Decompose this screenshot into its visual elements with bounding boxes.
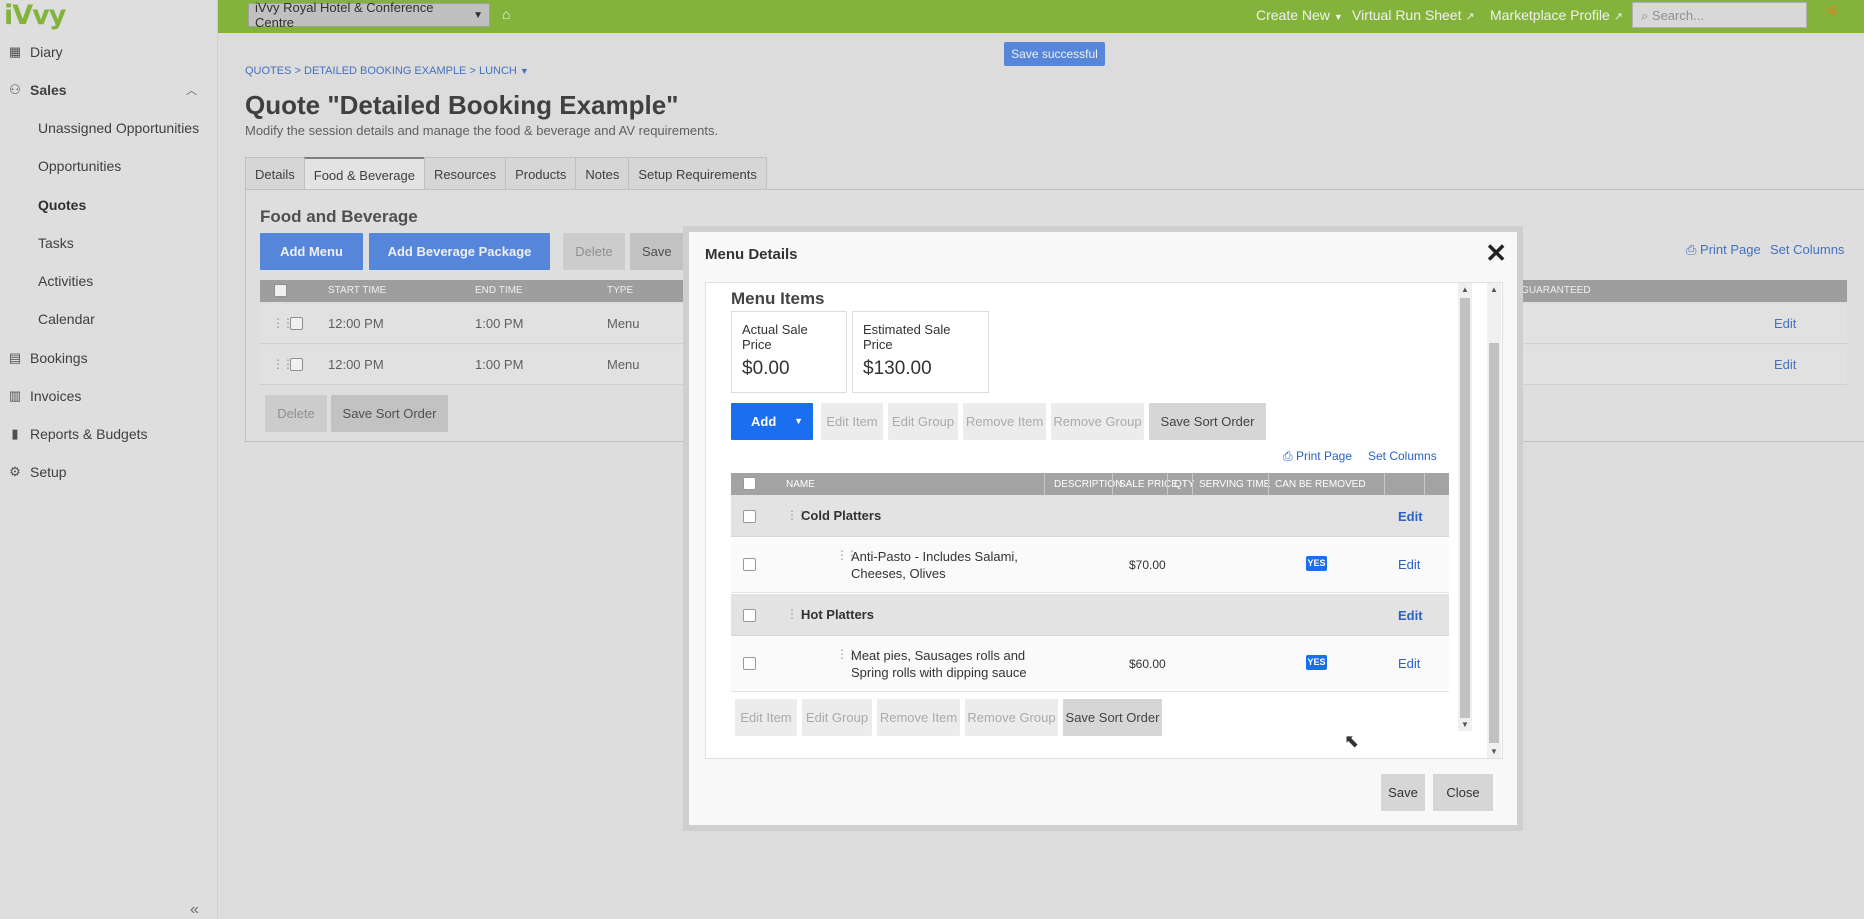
item-checkbox[interactable] (743, 657, 756, 670)
inner-scrollbar[interactable]: ▲ ▼ (1458, 283, 1472, 731)
group-name: Hot Platters (801, 607, 874, 622)
item-name: Anti-Pasto - Includes Salami, Cheeses, O… (851, 549, 1018, 581)
edit-item-button[interactable]: Edit Item (821, 403, 883, 440)
item-row: ⋮⋮ Meat pies, Sausages rolls and Spring … (731, 637, 1449, 692)
mouse-cursor-icon: ⬉ (1344, 731, 1360, 751)
col-serving-time[interactable]: SERVING TIME (1199, 479, 1270, 490)
outer-scrollbar[interactable]: ▲ ▼ (1487, 283, 1501, 758)
group-edit-link[interactable]: Edit (1398, 509, 1423, 524)
estimated-sale-price-card: Estimated Sale Price $130.00 (852, 311, 989, 393)
printer-icon: ⎙ (1283, 449, 1293, 463)
edit-group-button[interactable]: Edit Group (888, 403, 958, 440)
col-can-be-removed[interactable]: CAN BE REMOVED (1275, 479, 1366, 490)
close-button[interactable]: Close (1433, 774, 1493, 811)
estimated-sale-price-value: $130.00 (863, 358, 932, 379)
actual-sale-price-card: Actual Sale Price $0.00 (731, 311, 847, 393)
group-row: ⋮⋮ Hot Platters Edit (731, 594, 1449, 636)
group-checkbox[interactable] (743, 609, 756, 622)
item-sale-price: $70.00 (1129, 558, 1166, 572)
actual-sale-price-value: $0.00 (742, 358, 790, 379)
close-icon[interactable]: ✕ (1485, 238, 1507, 269)
print-page-link[interactable]: ⎙ Print Page (1283, 449, 1352, 464)
add-label: Add (751, 414, 777, 429)
item-edit-link[interactable]: Edit (1398, 557, 1420, 572)
menu-details-modal: Menu Details ✕ Menu Items Actual Sale Pr… (683, 226, 1523, 831)
select-all-checkbox[interactable] (743, 477, 756, 490)
col-name[interactable]: NAME (786, 479, 815, 490)
estimated-sale-price-label: Estimated Sale Price (863, 322, 951, 352)
scroll-up-icon[interactable]: ▲ (1490, 285, 1498, 294)
can-be-removed-badge: YES (1306, 556, 1327, 571)
scroll-down-icon[interactable]: ▼ (1490, 747, 1498, 756)
group-row: ⋮⋮ Cold Platters Edit (731, 495, 1449, 537)
remove-item-button[interactable]: Remove Item (963, 403, 1046, 440)
save-sort-order-button-bottom[interactable]: Save Sort Order (1063, 699, 1162, 736)
remove-group-button[interactable]: Remove Group (1051, 403, 1144, 440)
group-edit-link[interactable]: Edit (1398, 608, 1423, 623)
edit-item-button-bottom[interactable]: Edit Item (735, 699, 797, 736)
add-dropdown-button[interactable]: Add ▼ (731, 403, 813, 440)
remove-group-button-bottom[interactable]: Remove Group (965, 699, 1058, 736)
inner-scroll-thumb[interactable] (1460, 298, 1470, 718)
can-be-removed-badge: YES (1306, 655, 1327, 670)
set-columns-link[interactable]: Set Columns (1368, 449, 1437, 463)
modal-title: Menu Details (705, 246, 798, 263)
outer-scroll-thumb[interactable] (1489, 343, 1499, 743)
save-button[interactable]: Save (1381, 774, 1425, 811)
menu-items-title: Menu Items (731, 289, 825, 308)
col-sale-price[interactable]: SALE PRICE (1119, 479, 1178, 490)
item-edit-link[interactable]: Edit (1398, 656, 1420, 671)
print-page-label: Print Page (1295, 449, 1352, 463)
group-checkbox[interactable] (743, 510, 756, 523)
caret-down-icon[interactable]: ▼ (794, 403, 803, 440)
item-name: Meat pies, Sausages rolls and Spring rol… (851, 648, 1027, 680)
item-row: ⋮⋮ Anti-Pasto - Includes Salami, Cheeses… (731, 538, 1449, 593)
menu-items-table-header: NAME DESCRIPTION SALE PRICE QTY SERVING … (731, 473, 1449, 495)
group-name: Cold Platters (801, 508, 882, 523)
item-sale-price: $60.00 (1129, 657, 1166, 671)
actual-sale-price-label: Actual Sale Price (742, 322, 808, 352)
modal-scroll-area[interactable]: Menu Items Actual Sale Price $0.00 Estim… (705, 282, 1503, 759)
item-checkbox[interactable] (743, 558, 756, 571)
scroll-up-icon[interactable]: ▲ (1461, 285, 1469, 294)
save-sort-order-button[interactable]: Save Sort Order (1149, 403, 1266, 440)
remove-item-button-bottom[interactable]: Remove Item (877, 699, 960, 736)
scroll-down-icon[interactable]: ▼ (1461, 720, 1469, 729)
edit-group-button-bottom[interactable]: Edit Group (802, 699, 872, 736)
